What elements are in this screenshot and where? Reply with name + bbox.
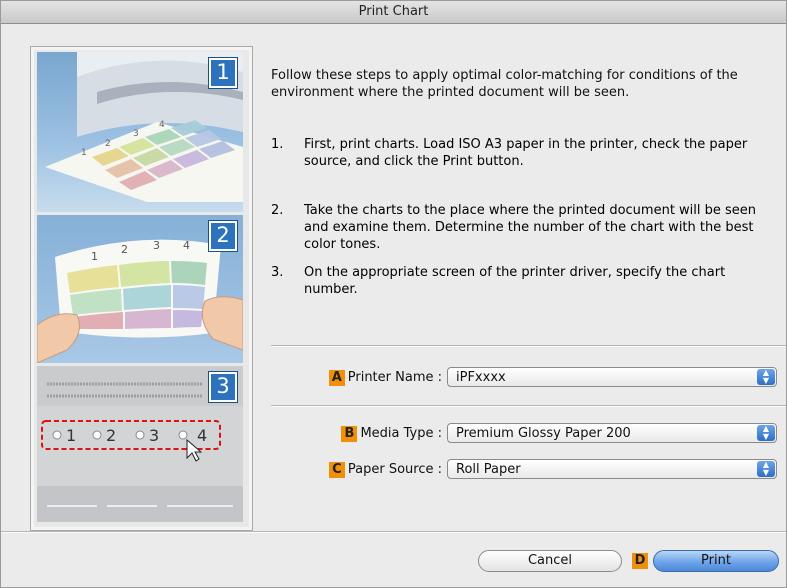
paper-source-row: C Paper Source : Roll Paper ▲ ▼ [271,458,781,482]
step-number-badge: 3 [209,372,237,402]
chart-label-1: 1 [81,148,87,158]
step-number-badge: 2 [209,221,237,251]
step-text: First, print charts. Load ISO A3 paper i… [304,137,748,169]
media-type-label: B Media Type : [341,426,442,442]
step-text: Take the charts to the place where the p… [304,203,757,252]
illustration-panel-print: 1 2 3 4 1 [37,52,243,212]
instructions: Follow these steps to apply optimal colo… [271,67,771,101]
media-type-value: Premium Glossy Paper 200 [456,426,631,441]
chart-option-4: 4 [197,426,207,445]
chart-option-1: 1 [66,426,76,445]
callout-badge-b: B [341,426,358,442]
paper-source-select[interactable]: Roll Paper ▲ ▼ [447,459,777,479]
chart-option-2: 2 [106,426,116,445]
select-arrows-icon: ▲ ▼ [757,369,775,385]
intro-text: Follow these steps to apply optimal colo… [271,68,738,100]
media-type-row: B Media Type : Premium Glossy Paper 200 ▲… [271,422,781,446]
step-number: 2. [271,203,284,218]
paper-source-label: C Paper Source : [328,462,442,478]
chart-label-1: 1 [91,250,98,263]
chart-option-3: 3 [149,426,159,445]
instruction-illustration: 1 2 3 4 1 1 2 3 4 2 1 2 3 4 3 [30,46,253,531]
chart-label-3: 3 [153,239,160,252]
illustration-panel-examine: 1 2 3 4 2 [37,215,243,363]
separator [271,405,786,406]
step-number: 1. [271,137,284,152]
print-chart-dialog: Print Chart 1 2 3 4 1 1 2 3 4 2 1 2 3 4 … [0,0,787,588]
printer-name-value: iPFxxxx [456,370,506,385]
chart-label-2: 2 [121,243,128,256]
media-type-select[interactable]: Premium Glossy Paper 200 ▲ ▼ [447,423,777,443]
step-number-badge: 1 [209,58,237,88]
select-arrows-icon: ▲ ▼ [757,425,775,441]
bottom-separator [1,531,786,532]
print-button[interactable]: Print [653,550,779,572]
chart-label-3: 3 [133,129,139,139]
paper-source-value: Roll Paper [456,462,521,477]
printer-name-select[interactable]: iPFxxxx ▲ ▼ [447,367,777,387]
cancel-button[interactable]: Cancel [478,550,622,572]
chart-label-2: 2 [105,139,111,149]
separator [271,345,786,346]
illustration-panel-select: 1 2 3 4 3 [37,366,243,522]
printer-name-row: A Printer Name : iPFxxxx ▲ ▼ [271,366,781,390]
callout-badge-a: A [328,370,345,386]
callout-badge-d: D [632,553,648,569]
chart-label-4: 4 [183,239,190,252]
callout-badge-c: C [328,462,345,478]
printer-name-label: A Printer Name : [328,370,442,386]
select-arrows-icon: ▲ ▼ [757,461,775,477]
chart-label-4: 4 [159,120,165,130]
window-title: Print Chart [1,1,786,24]
step-text: On the appropriate screen of the printer… [304,265,726,297]
step-number: 3. [271,265,284,280]
